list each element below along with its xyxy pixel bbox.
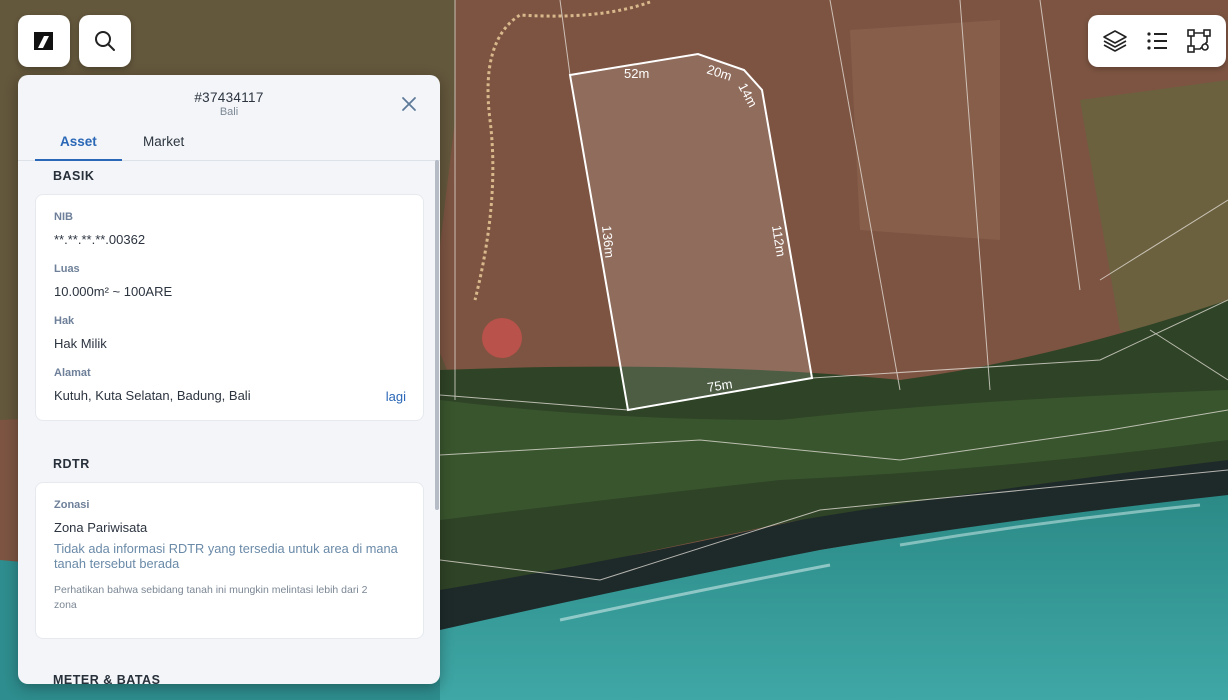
active-tab-indicator [35,159,122,161]
red-roof-building [482,318,522,358]
layers-button[interactable] [1098,24,1132,58]
hak-value: Hak Milik [54,336,107,351]
draw-polygon-button[interactable] [1182,24,1216,58]
hak-label: Hak [54,315,75,327]
nib-label: NIB [54,211,73,223]
dim-top: 52m [624,66,649,81]
panel-tabs: Asset Market [18,120,440,161]
map-tools [1088,15,1226,67]
layers-icon [1103,30,1127,52]
alamat-value: Kutuh, Kuta Selatan, Badung, Bali [54,388,251,403]
nib-value: **.**.**.**.00362 [54,232,146,247]
luas-label: Luas [54,263,80,275]
rdtr-card: Zonasi Zona Pariwisata Tidak ada informa… [35,482,424,639]
more-link[interactable]: lagi [386,389,406,404]
parcel-id: #37434117 [194,90,264,105]
search-button[interactable] [79,15,131,67]
section-title-rdtr: RDTR [53,457,90,471]
rdtr-small-note: Perhatikan bahwa sebidang tanah ini mung… [54,584,368,611]
panel-scrollbar[interactable] [435,160,439,510]
search-icon [95,31,115,51]
list-button[interactable] [1140,24,1174,58]
brand-logo-icon [34,32,53,50]
parcel-region: Bali [219,106,239,118]
section-title-basik: BASIK [53,169,95,183]
zonasi-value: Zona Pariwisata [54,520,148,535]
alamat-label: Alamat [54,367,91,379]
logo-button[interactable] [18,15,70,67]
tab-asset[interactable]: Asset [60,134,97,149]
parcel-detail-panel: #37434117 Bali Asset Market BASIK NIB **… [18,75,440,684]
panel-header: #37434117 Bali [18,75,440,120]
close-icon[interactable] [400,95,418,113]
tab-market[interactable]: Market [143,134,184,149]
zonasi-label: Zonasi [54,499,90,511]
basik-card: NIB **.**.**.**.00362 Luas 10.000m² ~ 10… [35,194,424,421]
list-icon [1147,32,1167,50]
section-title-meter-batas: METER & BATAS [53,673,161,684]
luas-value: 10.000m² ~ 100ARE [54,284,173,299]
rdtr-note: Tidak ada informasi RDTR yang tersedia u… [54,541,398,571]
polygon-draw-icon [1187,29,1211,53]
